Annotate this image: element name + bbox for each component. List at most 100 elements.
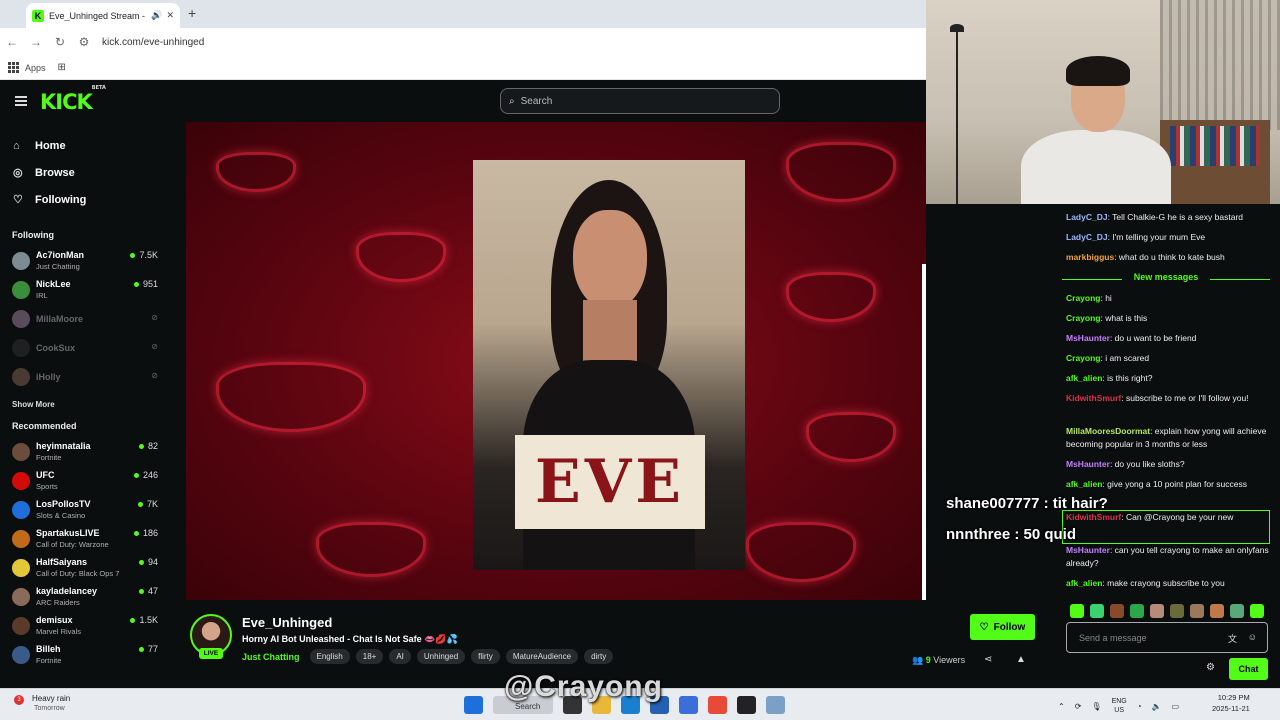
app-icon[interactable] bbox=[766, 696, 785, 714]
channel-item[interactable]: heyimnatalia Fortnite 82 bbox=[0, 438, 170, 467]
windows-start-icon[interactable] bbox=[464, 696, 483, 714]
chat-settings-gear-icon[interactable]: ⚙ bbox=[1206, 662, 1215, 673]
emote-icon[interactable] bbox=[1190, 604, 1204, 618]
channel-item[interactable]: SpartakusLIVE Call of Duty: Warzone 186 bbox=[0, 525, 170, 554]
clock[interactable]: 10:29 PM 2025-11-21 bbox=[1212, 692, 1250, 714]
chat-send-button[interactable]: Chat bbox=[1229, 658, 1268, 680]
kick-logo[interactable]: KICKBETA bbox=[40, 85, 106, 114]
sidebar-nav-following[interactable]: ♡ Following bbox=[0, 186, 170, 213]
report-icon[interactable]: ▲ bbox=[1016, 654, 1026, 665]
emote-icon[interactable] bbox=[1150, 604, 1164, 618]
channel-item[interactable]: UFC Sports 246 bbox=[0, 467, 170, 496]
channel-avatar bbox=[12, 617, 30, 635]
microphone-icon[interactable]: 🎙 bbox=[1091, 702, 1101, 711]
emote-icon[interactable] bbox=[1090, 604, 1104, 618]
channel-item[interactable]: HalfSaiyans Call of Duty: Black Ops 7 94 bbox=[0, 554, 170, 583]
viewer-count: 1.5K bbox=[130, 615, 158, 625]
stream-tag[interactable]: AI bbox=[389, 649, 411, 664]
emote-icon[interactable] bbox=[1230, 604, 1244, 618]
stream-tag[interactable]: MatureAudience bbox=[505, 649, 579, 664]
chat-message-input[interactable]: Send a message 文 ☺ bbox=[1066, 622, 1268, 653]
emote-icon[interactable] bbox=[1130, 604, 1144, 618]
battery-icon[interactable]: ▭ bbox=[1172, 702, 1180, 711]
chat-message: MsHaunter: do u want to be friend bbox=[1066, 332, 1276, 345]
close-tab-icon[interactable]: ✕ bbox=[166, 10, 174, 21]
stream-tag[interactable]: flirty bbox=[471, 649, 500, 664]
chat-username[interactable]: Crayong bbox=[1066, 313, 1100, 323]
tab-groups-icon[interactable]: ⊞ bbox=[58, 62, 66, 73]
chrome-icon[interactable] bbox=[708, 696, 727, 714]
share-icon[interactable]: ⋖ bbox=[984, 654, 992, 665]
channel-item[interactable]: Billeh Fortnite 77 bbox=[0, 641, 170, 670]
translate-icon[interactable]: 文 bbox=[1228, 632, 1237, 645]
channel-item[interactable]: iHolly ⊘ bbox=[0, 363, 170, 392]
browser-tab[interactable]: K Eve_Unhinged Stream - Wa 🔊 ✕ bbox=[26, 3, 180, 28]
apps-grid-icon[interactable] bbox=[8, 62, 19, 73]
chat-text: : i am scared bbox=[1100, 353, 1150, 363]
chat-username[interactable]: MsHaunter bbox=[1066, 333, 1110, 343]
emote-icon[interactable] bbox=[1070, 604, 1084, 618]
channel-item[interactable]: NickLee IRL 951 bbox=[0, 276, 170, 305]
chat-username[interactable]: Crayong bbox=[1066, 353, 1100, 363]
chat-message: Crayong: what is this bbox=[1066, 312, 1276, 325]
channel-avatar bbox=[12, 368, 30, 386]
language-indicator[interactable]: ENG US bbox=[1112, 697, 1127, 715]
category-link[interactable]: Just Chatting bbox=[242, 652, 300, 662]
show-more-button[interactable]: Show More bbox=[0, 392, 170, 418]
emote-icon[interactable] bbox=[1170, 604, 1184, 618]
menu-icon[interactable] bbox=[15, 96, 27, 108]
chat-username[interactable]: afk_alien bbox=[1066, 373, 1102, 383]
wifi-icon[interactable]: ◔ bbox=[1137, 702, 1142, 711]
stream-tag[interactable]: English bbox=[309, 649, 350, 664]
app-icon[interactable] bbox=[679, 696, 698, 714]
channel-item[interactable]: demisux Marvel Rivals 1.5K bbox=[0, 612, 170, 641]
chat-message: LadyC_DJ: Tell Chalkie-G he is a sexy ba… bbox=[1066, 211, 1276, 224]
back-icon[interactable]: ← bbox=[0, 35, 24, 49]
search-input[interactable]: ⌕ Search bbox=[500, 88, 780, 114]
stream-tag[interactable]: Unhinged bbox=[416, 649, 466, 664]
url-field[interactable]: kick.com/eve-unhinged bbox=[102, 37, 204, 48]
weather-widget[interactable]: 3 Heavy rain Tomorrow bbox=[14, 694, 70, 712]
channel-item[interactable]: CookSux ⊘ bbox=[0, 334, 170, 363]
new-messages-divider[interactable]: New messages bbox=[1062, 272, 1270, 286]
chat-username[interactable]: afk_alien bbox=[1066, 578, 1102, 588]
chat-username[interactable]: LadyC_DJ bbox=[1066, 232, 1108, 242]
apps-bookmark[interactable]: Apps bbox=[25, 63, 46, 73]
emote-icon[interactable] bbox=[1250, 604, 1264, 618]
channel-item[interactable]: Ac7ionMan Just Chatting 7.5K bbox=[0, 247, 170, 276]
forward-icon[interactable]: → bbox=[24, 35, 48, 49]
volume-icon[interactable]: 🔈 bbox=[1152, 702, 1162, 711]
channel-name: Billeh bbox=[36, 644, 61, 654]
audio-icon[interactable]: 🔊 bbox=[151, 10, 162, 21]
channel-item[interactable]: LosPollosTV Slots & Casino 7K bbox=[0, 496, 170, 525]
live-dot-icon bbox=[138, 647, 144, 653]
chat-username[interactable]: markbiggus bbox=[1066, 252, 1114, 262]
follow-button[interactable]: ♡ Follow bbox=[970, 614, 1035, 640]
channel-item[interactable]: MillaMoore ⊘ bbox=[0, 305, 170, 334]
emote-icon[interactable] bbox=[1110, 604, 1124, 618]
emoji-icon[interactable]: ☺ bbox=[1248, 632, 1257, 642]
site-info-icon[interactable]: ⚙ bbox=[72, 35, 96, 49]
chat-username[interactable]: MillaMooresDoormat bbox=[1066, 426, 1150, 436]
chat-username[interactable]: LadyC_DJ bbox=[1066, 212, 1108, 222]
stream-title: Horny AI Bot Unleashed - Chat Is Not Saf… bbox=[242, 634, 458, 644]
channel-category: Call of Duty: Black Ops 7 bbox=[36, 569, 120, 578]
sidebar-nav-browse[interactable]: ◎ Browse bbox=[0, 159, 170, 186]
network-icon[interactable]: ⟳ bbox=[1075, 702, 1082, 711]
chat-username[interactable]: KidwithSmurf bbox=[1066, 393, 1121, 403]
chat-username[interactable]: Crayong bbox=[1066, 293, 1100, 303]
stream-tag[interactable]: dirty bbox=[584, 649, 614, 664]
new-tab-button[interactable]: + bbox=[188, 5, 196, 21]
chat-username[interactable]: MsHaunter bbox=[1066, 459, 1110, 469]
streamer-name[interactable]: Eve_Unhinged bbox=[242, 615, 332, 630]
reload-icon[interactable]: ↻ bbox=[48, 35, 72, 49]
channel-item[interactable]: kayladelancey ARC Raiders 47 bbox=[0, 583, 170, 612]
clock-date: 2025-11-21 bbox=[1212, 704, 1250, 713]
video-player[interactable]: EVE bbox=[186, 122, 926, 600]
chevron-up-icon[interactable]: ⌃ bbox=[1058, 702, 1065, 711]
obs-icon[interactable] bbox=[737, 696, 756, 714]
lips-decoration bbox=[216, 362, 366, 432]
stream-tag[interactable]: 18+ bbox=[355, 649, 384, 664]
sidebar-nav-home[interactable]: ⌂ Home bbox=[0, 132, 170, 159]
emote-icon[interactable] bbox=[1210, 604, 1224, 618]
